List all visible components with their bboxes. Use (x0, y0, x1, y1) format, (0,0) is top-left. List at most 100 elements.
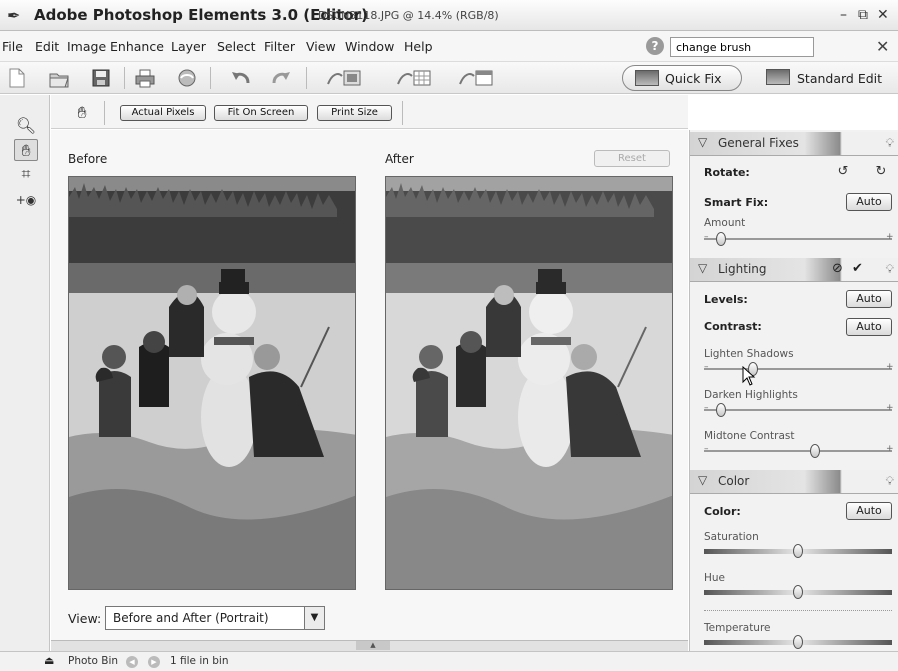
rotate-right-icon[interactable]: ↻ (872, 164, 890, 180)
help-search-input[interactable] (670, 37, 814, 57)
photo-bin-label[interactable]: Photo Bin (68, 655, 118, 667)
tip-bulb-icon[interactable]: 💡︎ (886, 474, 894, 489)
print-size-button[interactable]: Print Size (317, 105, 392, 121)
next-arrow-icon[interactable]: ▶ (148, 656, 160, 668)
smart-fix-auto-button[interactable]: Auto (846, 193, 892, 211)
eject-icon[interactable]: ⏏ (44, 654, 54, 667)
darken-highlights-thumb[interactable] (716, 403, 726, 417)
standard-edit-icon[interactable] (766, 69, 790, 85)
undo-icon[interactable] (230, 68, 252, 88)
options-divider (402, 101, 403, 125)
quick-fix-button[interactable]: Quick Fix (622, 65, 742, 91)
plus-icon: + (886, 444, 894, 454)
midtone-contrast-thumb[interactable] (810, 444, 820, 458)
actual-pixels-button[interactable]: Actual Pixels (120, 105, 206, 121)
shortcuts-toolbar: Quick Fix Standard Edit (0, 62, 898, 94)
tip-bulb-icon[interactable]: 💡︎ (886, 262, 894, 277)
temperature-thumb[interactable] (793, 635, 803, 649)
fit-on-screen-button[interactable]: Fit On Screen (214, 105, 308, 121)
minus-icon: – (704, 444, 709, 454)
quick-fix-icon (635, 70, 659, 86)
amount-slider[interactable] (704, 238, 892, 240)
lighten-shadows-label: Lighten Shadows (704, 348, 794, 360)
plus-icon: + (886, 403, 894, 413)
rotate-left-icon[interactable]: ↺ (834, 164, 852, 180)
commit-check-icon[interactable]: ✔ (852, 261, 863, 276)
amount-slider-thumb[interactable] (716, 232, 726, 246)
help-icon: ? (646, 37, 664, 55)
saturation-thumb[interactable] (793, 544, 803, 558)
after-photo[interactable] (385, 176, 673, 590)
general-fixes-title: General Fixes (718, 136, 799, 150)
color-header[interactable]: ▽ Color 💡︎ (690, 470, 898, 494)
minus-icon: – (704, 362, 709, 372)
save-icon[interactable] (90, 68, 112, 88)
minimize-button[interactable]: – (840, 7, 847, 23)
status-bar: ⏏ Photo Bin ◀ ▶ 1 file in bin (0, 651, 898, 671)
menu-help[interactable]: Help (404, 39, 433, 54)
contrast-auto-button[interactable]: Auto (846, 318, 892, 336)
menu-window[interactable]: Window (345, 39, 394, 54)
temperature-label: Temperature (704, 622, 771, 634)
levels-label: Levels: (704, 293, 748, 306)
hue-thumb[interactable] (793, 585, 803, 599)
smart-fix-label: Smart Fix: (704, 196, 769, 209)
close-document-icon[interactable]: ✕ (876, 37, 889, 56)
menu-select[interactable]: Select (217, 39, 256, 54)
cancel-icon[interactable]: ⊘ (832, 261, 843, 276)
midtone-contrast-slider[interactable] (704, 450, 892, 452)
toolbar-divider (210, 67, 211, 89)
menu-enhance[interactable]: Enhance (110, 39, 164, 54)
collapse-arrow-icon[interactable]: ▲ (356, 641, 390, 650)
toolbar-divider (306, 67, 307, 89)
close-window-button[interactable]: ✕ (877, 7, 889, 23)
crop-tool-icon[interactable]: ⌗ (14, 163, 38, 185)
print-icon[interactable] (134, 68, 156, 88)
email-icon[interactable] (176, 68, 198, 88)
menu-file[interactable]: File (2, 39, 23, 54)
minus-icon: – (704, 232, 709, 242)
plus-icon: + (886, 362, 894, 372)
collapse-triangle-icon: ▽ (698, 135, 708, 149)
saturation-label: Saturation (704, 531, 759, 543)
tip-bulb-icon[interactable]: 💡︎ (886, 136, 894, 151)
menu-layer[interactable]: Layer (171, 39, 206, 54)
after-label: After (385, 152, 414, 166)
redo-icon[interactable] (270, 68, 292, 88)
levels-auto-button[interactable]: Auto (846, 290, 892, 308)
view-select[interactable]: Before and After (Portrait) ▼ (105, 606, 325, 630)
minus-icon: – (704, 403, 709, 413)
document-title: DSCN3118.JPG @ 14.4% (RGB/8) (318, 9, 499, 22)
zoom-tool-icon[interactable]: 🔍︎ (14, 115, 38, 137)
menu-filter[interactable]: Filter (264, 39, 295, 54)
lighting-header[interactable]: ▽ Lighting ⊘ ✔ 💡︎ (690, 258, 898, 282)
photo-browser-icon[interactable] (326, 68, 362, 88)
hue-label: Hue (704, 572, 726, 584)
file-count: 1 file in bin (170, 655, 229, 667)
menu-bar: File Edit Image Enhance Layer Select Fil… (0, 31, 898, 62)
open-file-icon[interactable] (48, 68, 70, 88)
color-auto-button[interactable]: Auto (846, 502, 892, 520)
darken-highlights-slider[interactable] (704, 409, 892, 411)
menu-edit[interactable]: Edit (35, 39, 59, 54)
general-fixes-header[interactable]: ▽ General Fixes 💡︎ (690, 132, 898, 156)
chevron-down-icon[interactable]: ▼ (304, 607, 324, 629)
lighten-shadows-slider[interactable] (704, 368, 892, 370)
red-eye-tool-icon[interactable]: +◉ (14, 189, 38, 211)
hand-tool-icon[interactable]: ✋︎ (14, 139, 38, 161)
date-view-icon[interactable] (396, 68, 432, 88)
contrast-label: Contrast: (704, 320, 762, 333)
menu-view[interactable]: View (306, 39, 336, 54)
before-photo[interactable] (68, 176, 356, 590)
restore-button[interactable]: ⧉ (858, 7, 868, 23)
menu-image[interactable]: Image (67, 39, 106, 54)
mouse-pointer-icon (742, 366, 756, 386)
calendar-icon[interactable] (458, 68, 494, 88)
new-file-icon[interactable] (6, 68, 28, 88)
reset-button[interactable]: Reset (594, 150, 670, 167)
before-label: Before (68, 152, 108, 166)
view-label: View: (68, 611, 102, 626)
previous-arrow-icon[interactable]: ◀ (126, 656, 138, 668)
color-title: Color (718, 474, 750, 488)
standard-edit-button[interactable]: Standard Edit (797, 71, 882, 86)
